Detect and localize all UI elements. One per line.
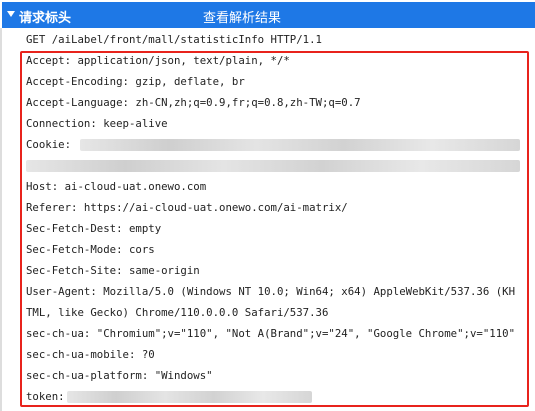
header-line: Connection: keep-alive [26, 117, 168, 130]
view-parsed-link[interactable]: 查看解析结果 [203, 7, 281, 26]
header-line: Host: ai-cloud-uat.onewo.com [26, 180, 207, 193]
header-line: Referer: https://ai-cloud-uat.onewo.com/… [26, 201, 348, 214]
header-line: User-Agent: Mozilla/5.0 (Windows NT 10.0… [26, 285, 516, 298]
redacted-cookie-cont [26, 160, 520, 172]
header-line: Sec-Fetch-Dest: empty [26, 222, 162, 235]
header-line: Accept-Language: zh-CN,zh;q=0.9,fr;q=0.8… [26, 96, 361, 109]
section-title[interactable]: 请求标头 [19, 7, 71, 26]
header-line: sec-ch-ua: "Chromium";v="110", "Not A(Br… [26, 327, 516, 340]
header-line: Sec-Fetch-Site: same-origin [26, 264, 200, 277]
header-line: Cookie: [26, 138, 72, 151]
request-line: GET /aiLabel/front/mall/statisticInfo HT… [26, 33, 322, 46]
header-line: Sec-Fetch-Mode: cors [26, 243, 155, 256]
redacted-cookie [80, 139, 520, 151]
header-line: sec-ch-ua-platform: "Windows" [26, 369, 213, 382]
header-line: Accept-Encoding: gzip, deflate, br [26, 75, 245, 88]
header-line: Accept: application/json, text/plain, */… [26, 54, 290, 67]
request-headers-bar: 请求标头 查看解析结果 [2, 2, 535, 28]
header-line: sec-ch-ua-mobile: ?0 [26, 348, 155, 361]
header-line: TML, like Gecko) Chrome/110.0.0.0 Safari… [26, 306, 329, 319]
left-border [0, 28, 2, 411]
collapse-triangle-icon[interactable] [7, 11, 15, 17]
header-line: token: [26, 390, 65, 403]
redacted-token [67, 391, 312, 403]
